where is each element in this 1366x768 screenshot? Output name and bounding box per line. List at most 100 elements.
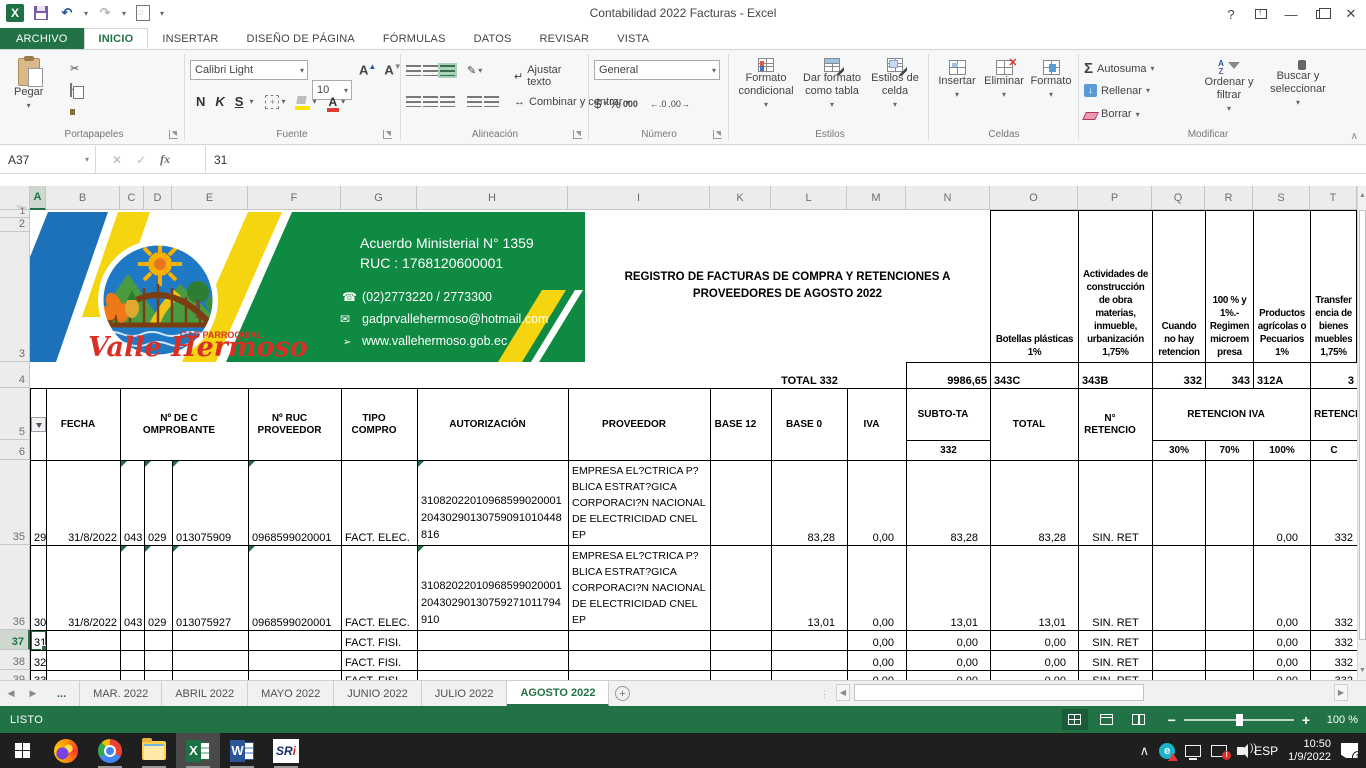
header-retencion-t[interactable]: RETENCION	[1311, 389, 1358, 441]
vertical-scrollbar[interactable]: ▲ ▼	[1357, 186, 1366, 680]
tab-inicio[interactable]: INICIO	[84, 28, 149, 49]
tab-formulas[interactable]: FÓRMULAS	[369, 28, 460, 49]
numero-dialog-launcher[interactable]	[713, 130, 722, 139]
cell-C35[interactable]: 043	[121, 461, 145, 546]
page-break-view-button[interactable]	[1126, 709, 1152, 730]
formula-input[interactable]: 31	[206, 146, 1366, 173]
col-header-I[interactable]: I	[568, 186, 710, 210]
header-base0[interactable]: BASE 0	[772, 389, 848, 461]
language-indicator[interactable]: ESP	[1254, 744, 1278, 758]
cell-A36[interactable]: 30	[31, 546, 47, 631]
header-fecha[interactable]: FECHA	[47, 389, 121, 461]
cell-M39[interactable]: 0,00	[848, 671, 907, 681]
scroll-down-icon[interactable]: ▼	[1358, 662, 1366, 680]
cancel-icon[interactable]: ✕	[112, 153, 122, 167]
cell-C36[interactable]: 043	[121, 546, 145, 631]
sheet-tab-more[interactable]: ...	[44, 681, 80, 706]
italic-button[interactable]: K	[211, 94, 228, 109]
header-30pct[interactable]: 30%	[1153, 441, 1206, 461]
cell-I36[interactable]: EMPRESA EL?CTRICA P?BLICA ESTRAT?GICA CO…	[569, 546, 711, 631]
tab-splitter-handle[interactable]: ⋮	[820, 689, 830, 700]
header-ruc-proveedor[interactable]: Nº RUC PROVEEDOR	[249, 389, 342, 461]
align-middle-icon[interactable]	[423, 65, 438, 76]
col-header-C[interactable]: C	[120, 186, 144, 210]
header-retencion-iva[interactable]: RETENCION IVA	[1153, 389, 1311, 441]
vertical-scroll-thumb[interactable]	[1359, 210, 1366, 640]
increase-indent-icon[interactable]	[484, 96, 499, 107]
cell-B35[interactable]: 31/8/2022	[47, 461, 121, 546]
delete-cells-button[interactable]: Eliminar▾	[980, 60, 1028, 101]
cell-L4-total-label[interactable]: TOTAL 332	[772, 363, 848, 389]
align-right-icon[interactable]	[440, 96, 455, 107]
cell-M35[interactable]: 0,00	[848, 461, 907, 546]
zoom-slider[interactable]	[1184, 719, 1294, 721]
selection-box[interactable]	[31, 631, 47, 651]
cell-A37-selected[interactable]: 31	[31, 631, 47, 651]
cell-S38[interactable]: 0,00	[1254, 651, 1311, 671]
cell-A35[interactable]: 29	[31, 461, 47, 546]
header-cuando-no-hay[interactable]: Cuando no hay retencion	[1152, 210, 1205, 362]
cell-O36[interactable]: 13,01	[991, 546, 1079, 631]
close-button[interactable]: ✕	[1336, 0, 1366, 28]
thousands-icon[interactable]: 000	[623, 99, 638, 109]
taskbar-sri-icon[interactable]: SRi	[264, 733, 308, 768]
cell-N36[interactable]: 13,01	[907, 546, 991, 631]
taskbar-chrome-icon[interactable]	[88, 733, 132, 768]
cell-M38[interactable]: 0,00	[848, 651, 907, 671]
cell-B36[interactable]: 31/8/2022	[47, 546, 121, 631]
cell-P4[interactable]: 343B	[1079, 363, 1153, 389]
col-header-T[interactable]: T	[1310, 186, 1357, 210]
page-layout-view-button[interactable]	[1094, 709, 1120, 730]
conditional-formatting-button[interactable]: Formato condicional▾	[734, 58, 798, 111]
new-sheet-button[interactable]: +	[609, 681, 635, 706]
number-format-select[interactable]: General▾	[594, 60, 720, 80]
display-alert-icon[interactable]: !	[1211, 745, 1227, 757]
col-header-A[interactable]: A	[30, 186, 46, 210]
cell-D35[interactable]: 029	[145, 461, 173, 546]
align-left-icon[interactable]	[406, 96, 421, 107]
name-box[interactable]: A37▾	[0, 146, 96, 173]
copy-button[interactable]: ▾	[70, 84, 76, 96]
col-header-R[interactable]: R	[1205, 186, 1253, 210]
taskbar-excel-icon[interactable]: X	[176, 733, 220, 768]
grow-font-button[interactable]: A▲	[356, 62, 379, 77]
underline-button[interactable]: S	[231, 94, 248, 109]
scroll-right-icon[interactable]: ▶	[1334, 684, 1348, 701]
scroll-up-icon[interactable]: ▲	[1358, 186, 1366, 206]
row-header-4[interactable]: 4	[0, 362, 30, 388]
hidden-icons-chevron[interactable]: ∧	[1140, 743, 1150, 759]
enter-icon[interactable]: ✓	[136, 153, 146, 167]
name-box-dropdown-icon[interactable]: ▾	[85, 155, 89, 164]
row-header-5[interactable]: 5	[0, 388, 30, 440]
cell-I35[interactable]: EMPRESA EL?CTRICA P?BLICA ESTRAT?GICA CO…	[569, 461, 711, 546]
cell-E36[interactable]: 013075927	[173, 546, 249, 631]
col-header-L[interactable]: L	[771, 186, 847, 210]
col-header-S[interactable]: S	[1253, 186, 1310, 210]
zoom-out-button[interactable]: −	[1168, 712, 1176, 728]
cell-N4-total-value[interactable]: 9986,65	[907, 363, 991, 389]
taskbar-firefox-icon[interactable]	[44, 733, 88, 768]
font-name-select[interactable]: Calibri Light▾	[190, 60, 308, 80]
header-subtotal[interactable]: SUBTO-TA	[907, 389, 991, 441]
cell-P36[interactable]: SIN. RET	[1079, 546, 1153, 631]
cell-G37[interactable]: FACT. FISI.	[342, 631, 418, 651]
taskbar-explorer-icon[interactable]	[132, 733, 176, 768]
cell-P37[interactable]: SIN. RET	[1079, 631, 1153, 651]
cell-S36[interactable]: 0,00	[1254, 546, 1311, 631]
cut-button[interactable]: ✂	[70, 62, 79, 75]
row-header-1[interactable]: 1	[0, 210, 30, 218]
fill-color-icon[interactable]	[295, 96, 310, 107]
scroll-left-icon[interactable]: ◀	[836, 684, 850, 701]
decrease-indent-icon[interactable]	[467, 96, 482, 107]
header-100pct[interactable]: 100%	[1254, 441, 1311, 461]
cell-A38[interactable]: 32	[31, 651, 47, 671]
align-bottom-icon[interactable]	[440, 65, 455, 76]
sheet-tab-agosto-2022[interactable]: AGOSTO 2022	[507, 681, 609, 706]
paste-button[interactable]: Pegar ▾	[14, 58, 43, 112]
col-header-F[interactable]: F	[248, 186, 341, 210]
header-base12[interactable]: BASE 12	[711, 389, 772, 461]
wrap-text-button[interactable]: ↵Ajustar texto	[514, 64, 584, 88]
cell-G39[interactable]: FACT. FISI.	[342, 671, 418, 681]
cell-S37[interactable]: 0,00	[1254, 631, 1311, 651]
cell-N38[interactable]: 0,00	[907, 651, 991, 671]
